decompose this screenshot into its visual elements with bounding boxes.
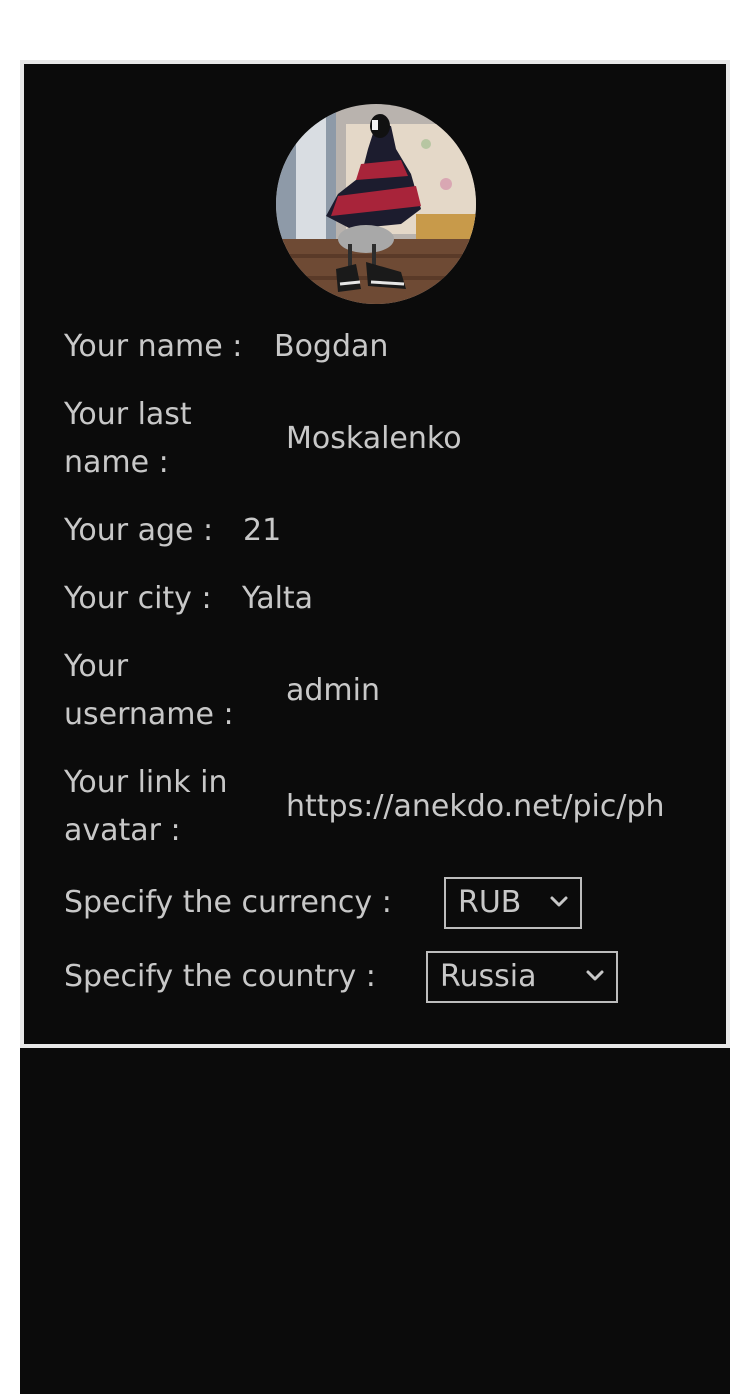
currency-selected-value: RUB (458, 885, 522, 920)
country-select[interactable]: Russia (426, 951, 618, 1003)
country-selected-value: Russia (440, 959, 537, 994)
country-label: Specify the country : (64, 959, 376, 994)
name-value: Bogdan (274, 329, 389, 364)
chevron-down-icon (550, 896, 568, 907)
username-label: Your username : (64, 649, 234, 732)
currency-label: Specify the currency : (64, 885, 392, 920)
chevron-down-icon (586, 970, 604, 981)
avatar (276, 104, 476, 304)
city-value: Yalta (242, 581, 314, 616)
name-label: Your name : (64, 329, 243, 364)
lower-panel (20, 1048, 730, 1394)
currency-select[interactable]: RUB (444, 877, 582, 929)
profile-card: Your name : Bogdan Your last name : Mosk… (20, 60, 730, 1048)
avatar-link-label: Your link in avatar : (64, 765, 228, 848)
username-value: admin (286, 673, 380, 708)
avatar-link-value: https://anekdo.net/pic/ph (286, 789, 665, 824)
avatar-image (276, 104, 476, 304)
last-name-label: Your last name : (64, 397, 192, 480)
last-name-value: Moskalenko (286, 421, 462, 456)
age-value: 21 (243, 513, 282, 548)
city-label: Your city : (64, 581, 212, 616)
age-label: Your age : (64, 513, 214, 548)
